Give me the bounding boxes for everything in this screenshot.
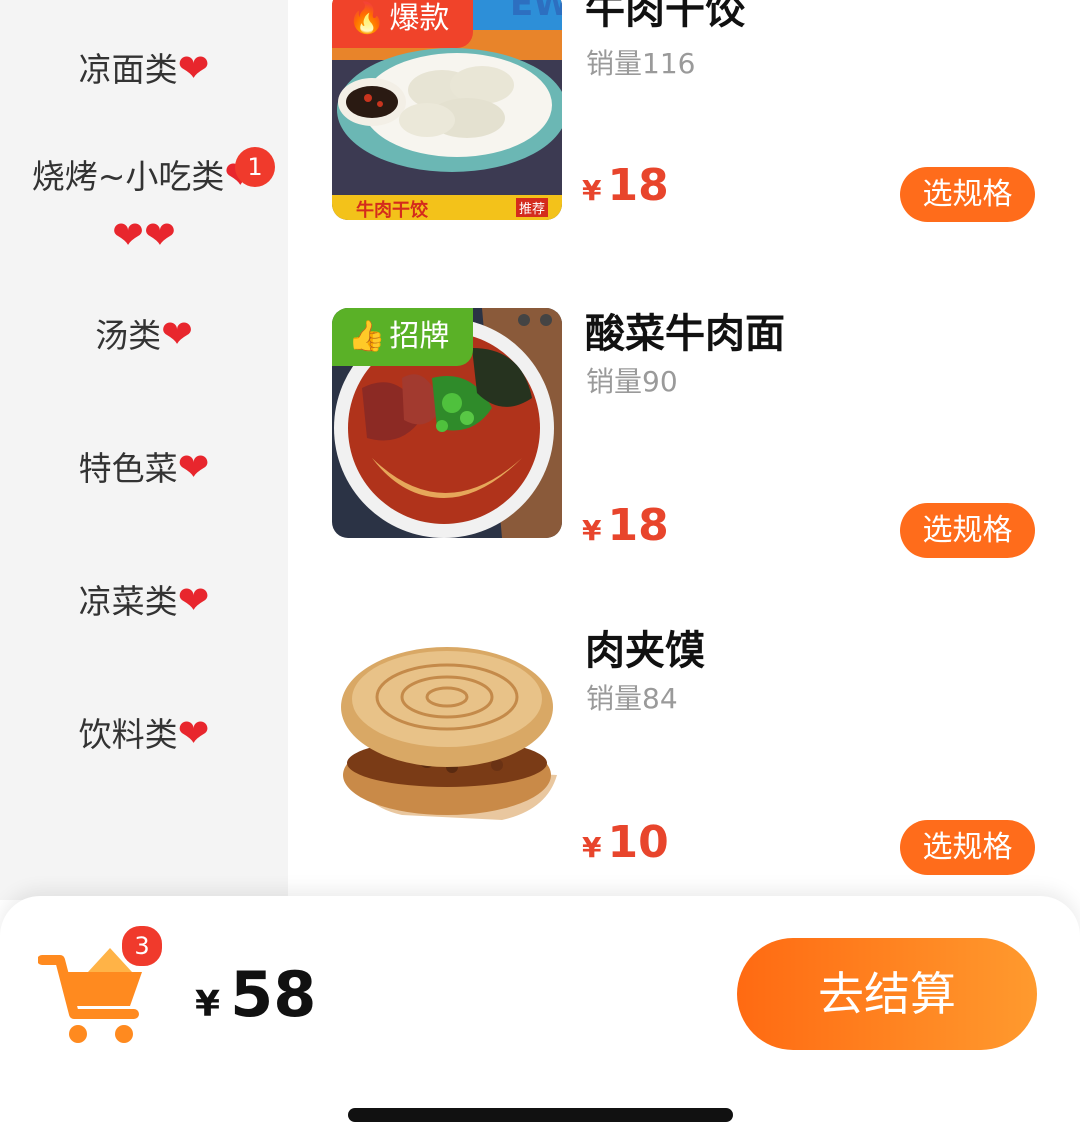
product-name: 肉夹馍 [585,628,705,674]
category-item-cold-dishes[interactable]: 凉菜类❤ [0,572,288,630]
image-caption: 牛肉干饺 [356,200,428,220]
total-value: 58 [230,958,317,1031]
category-item-cold-noodles[interactable]: 凉面类❤ [0,40,288,98]
category-item-soup[interactable]: 汤类❤ [0,306,288,364]
price-value: 18 [607,160,669,211]
product-image-roujiamo[interactable] [332,625,562,855]
image-banner-text: EW [510,0,562,24]
product-sales: 销量90 [586,365,678,398]
heart-icon: ❤ [177,578,210,622]
tag-label: 招牌 [389,319,450,354]
category-label: 烧烤~小吃类 [31,157,225,196]
select-spec-button[interactable]: 选规格 [900,503,1035,558]
image-recommend-label: 推荐 [516,198,549,217]
cart-bar: 3 ¥58 去结算 [0,896,1080,1131]
category-count-badge: 1 [235,147,275,187]
product-sales: 销量84 [586,682,678,715]
category-item-drinks[interactable]: 饮料类❤ [0,705,288,763]
category-label: 特色菜 [78,449,178,488]
signature-tag: 👍 招牌 [332,308,474,366]
product-price: ¥10 [582,813,669,878]
heart-icon: ❤ [161,312,193,356]
category-label: 凉菜类 [78,582,178,621]
category-item-specialty[interactable]: 特色菜❤ [0,439,288,497]
heart-icon: ❤❤ [112,213,176,257]
category-label: 汤类 [95,316,162,355]
currency-symbol: ¥ [195,984,221,1025]
category-label: 饮料类 [78,715,178,754]
price-value: 18 [607,500,669,551]
cart-count-badge: 3 [120,924,164,968]
product-name: 牛肉干饺 [585,0,745,33]
heart-icon: ❤ [177,445,210,489]
cart-total: ¥58 [195,958,316,1031]
select-spec-button[interactable]: 选规格 [900,167,1035,222]
cart-button[interactable]: 3 [37,924,164,1048]
price-value: 10 [607,817,669,868]
product-name: 酸菜牛肉面 [585,311,785,357]
product-sales: 销量116 [586,47,696,80]
tag-label: 爆款 [389,1,450,36]
product-price: ¥18 [582,156,669,221]
thumbs-up-icon: 👍 [348,319,386,354]
checkout-button[interactable]: 去结算 [737,938,1037,1050]
home-indicator [348,1108,733,1122]
currency-symbol: ¥ [582,831,602,864]
heart-icon: ❤ [177,711,210,755]
product-price: ¥18 [582,496,669,561]
product-card[interactable]: 肉夹馍 销量84 ¥10 选规格 [332,625,1052,875]
fire-icon: 🔥 [348,1,386,36]
product-card[interactable]: 👍 招牌 酸菜牛肉面 销量90 ¥18 选规格 [332,308,1052,558]
heart-icon: ❤ [177,46,210,90]
hot-tag: 🔥 爆款 [332,0,474,48]
currency-symbol: ¥ [582,514,602,547]
product-card[interactable]: EW 牛肉干饺 推荐 🔥 爆款 牛肉干饺 销量116 ¥18 选规格 [332,0,1052,222]
currency-symbol: ¥ [582,174,602,207]
category-label: 凉面类 [78,50,178,89]
category-sidebar: 凉面类❤ 烧烤~小吃类❤ ❤❤ 1 汤类❤ 特色菜❤ 凉菜类❤ 饮料类❤ [0,0,288,900]
select-spec-button[interactable]: 选规格 [900,820,1035,875]
